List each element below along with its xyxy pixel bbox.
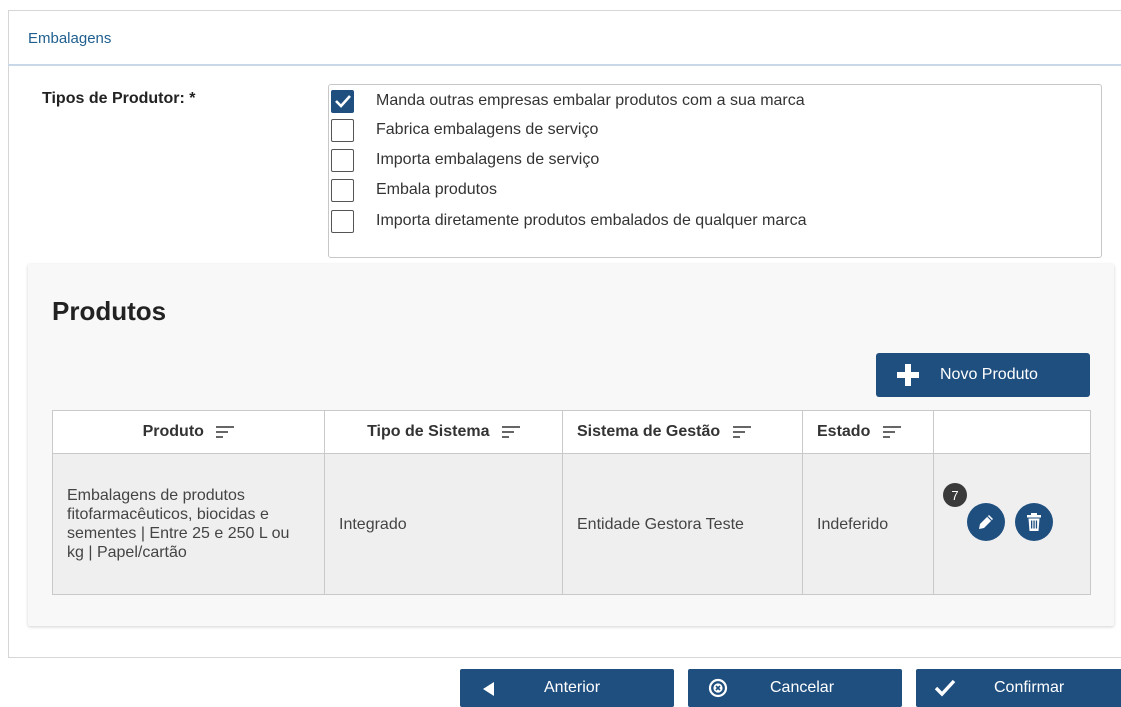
checkbox-label: Importa diretamente produtos embalados d… — [376, 212, 807, 229]
edit-button[interactable] — [967, 503, 1005, 541]
checkbox-option-embala[interactable]: Embala produtos — [331, 177, 497, 203]
column-header-estado[interactable]: Estado — [802, 410, 934, 454]
sort-icon[interactable] — [216, 425, 235, 439]
column-header-label: Tipo de Sistema — [367, 423, 490, 440]
sort-icon[interactable] — [501, 425, 520, 439]
checkbox-label: Manda outras empresas embalar produtos c… — [376, 92, 805, 109]
column-header-produto[interactable]: Produto — [52, 410, 325, 454]
checkbox-option-fabrica[interactable]: Fabrica embalagens de serviço — [331, 117, 598, 143]
edit-pencil-icon — [979, 515, 993, 529]
checkbox-option-importa-diretamente[interactable]: Importa diretamente produtos embalados d… — [331, 208, 806, 234]
plus-icon — [897, 364, 919, 386]
checkbox-unchecked[interactable] — [331, 178, 354, 202]
tab-embalagens[interactable]: Embalagens — [28, 30, 111, 47]
column-header-label: Sistema de Gestão — [577, 423, 721, 440]
column-header-sistema-gestao[interactable]: Sistema de Gestão — [562, 410, 803, 454]
cell-estado: Indeferido — [802, 453, 934, 595]
cell-produto: Embalagens de produtos fitofarmacêuticos… — [52, 453, 325, 595]
cancel-circle-icon — [708, 678, 728, 698]
novo-produto-button[interactable]: Novo Produto — [876, 353, 1090, 397]
cancelar-button[interactable]: Cancelar — [688, 669, 902, 707]
delete-button[interactable] — [1015, 503, 1053, 541]
checkbox-label: Embala produtos — [376, 181, 497, 198]
confirmar-button[interactable]: Confirmar — [916, 669, 1121, 707]
checkbox-checked[interactable] — [331, 89, 354, 113]
column-header-actions — [933, 410, 1091, 454]
checkbox-label: Fabrica embalagens de serviço — [376, 121, 599, 138]
checkbox-unchecked[interactable] — [331, 118, 354, 142]
checkbox-unchecked[interactable] — [331, 209, 354, 233]
anterior-label: Anterior — [544, 679, 601, 696]
novo-produto-label: Novo Produto — [940, 366, 1038, 383]
column-header-label: Estado — [817, 423, 871, 440]
produtos-title: Produtos — [52, 296, 167, 326]
anterior-button[interactable]: Anterior — [460, 669, 674, 707]
tab-bar: Embalagens — [8, 10, 1121, 66]
trash-icon — [1027, 513, 1041, 531]
check-icon — [934, 679, 956, 697]
cell-actions — [933, 453, 1091, 595]
column-header-tipo-sistema[interactable]: Tipo de Sistema — [324, 410, 563, 454]
cancelar-label: Cancelar — [770, 679, 835, 696]
arrow-left-icon — [483, 682, 494, 696]
check-icon — [334, 95, 351, 108]
column-header-label: Produto — [142, 423, 204, 440]
checkbox-label: Importa embalagens de serviço — [376, 151, 600, 168]
table-row: Embalagens de produtos fitofarmacêuticos… — [52, 453, 1091, 595]
cell-sistema-gestao: Entidade Gestora Teste — [562, 453, 803, 595]
confirmar-label: Confirmar — [994, 679, 1065, 696]
checkbox-unchecked[interactable] — [331, 148, 354, 172]
checkbox-option-manda-outras[interactable]: Manda outras empresas embalar produtos c… — [331, 88, 805, 114]
checkbox-option-importa-servico[interactable]: Importa embalagens de serviço — [331, 147, 599, 173]
count-badge: 7 — [943, 483, 967, 507]
cell-tipo-sistema: Integrado — [324, 453, 563, 595]
sort-icon[interactable] — [732, 425, 751, 439]
produtos-table: Produto Tipo de Sistema Sistema de Gestã… — [52, 410, 1091, 595]
sort-icon[interactable] — [882, 425, 901, 439]
tipos-produtor-label: Tipos de Produtor: * — [42, 90, 196, 107]
